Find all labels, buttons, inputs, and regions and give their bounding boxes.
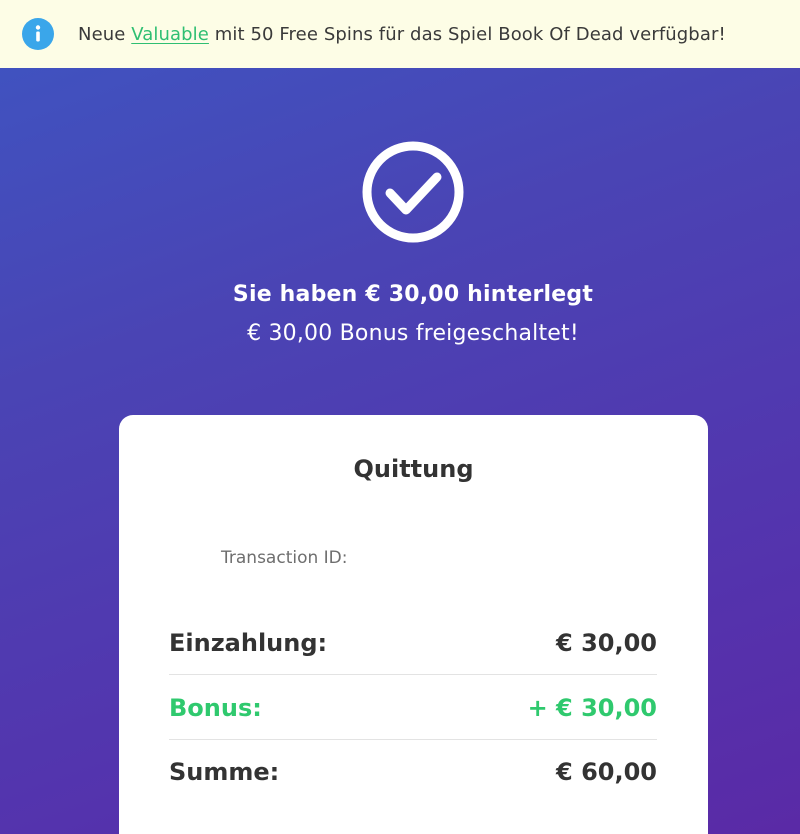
notice-banner: Neue Valuable mit 50 Free Spins für das …	[0, 0, 800, 68]
deposit-value: € 30,00	[556, 628, 657, 657]
total-value: € 60,00	[556, 758, 657, 786]
bonus-label: Bonus:	[169, 693, 262, 722]
deposit-label: Einzahlung:	[169, 628, 328, 657]
bonus-value: + € 30,00	[527, 693, 657, 722]
notice-prefix: Neue	[78, 23, 132, 45]
total-row: Summe: € 60,00	[169, 740, 657, 804]
bonus-subline: € 30,00 Bonus freigeschaltet!	[247, 321, 579, 346]
transaction-id-label: Transaction ID:	[221, 548, 348, 568]
info-icon	[22, 18, 54, 50]
check-circle-icon	[361, 140, 465, 244]
deposit-success-page: Neue Valuable mit 50 Free Spins für das …	[0, 0, 800, 834]
notice-suffix: mit 50 Free Spins für das Spiel Book Of …	[208, 23, 726, 45]
total-label: Summe:	[169, 758, 280, 786]
deposit-headline: Sie haben € 30,00 hinterlegt	[232, 282, 594, 307]
deposit-row: Einzahlung: € 30,00	[169, 611, 657, 675]
notice-text: Neue Valuable mit 50 Free Spins für das …	[78, 24, 726, 45]
receipt-card: Quittung Transaction ID: Einzahlung: € 3…	[119, 415, 708, 834]
valuable-link[interactable]: Valuable	[131, 24, 209, 45]
bonus-row: Bonus: + € 30,00	[169, 676, 657, 740]
receipt-title: Quittung	[353, 455, 474, 483]
